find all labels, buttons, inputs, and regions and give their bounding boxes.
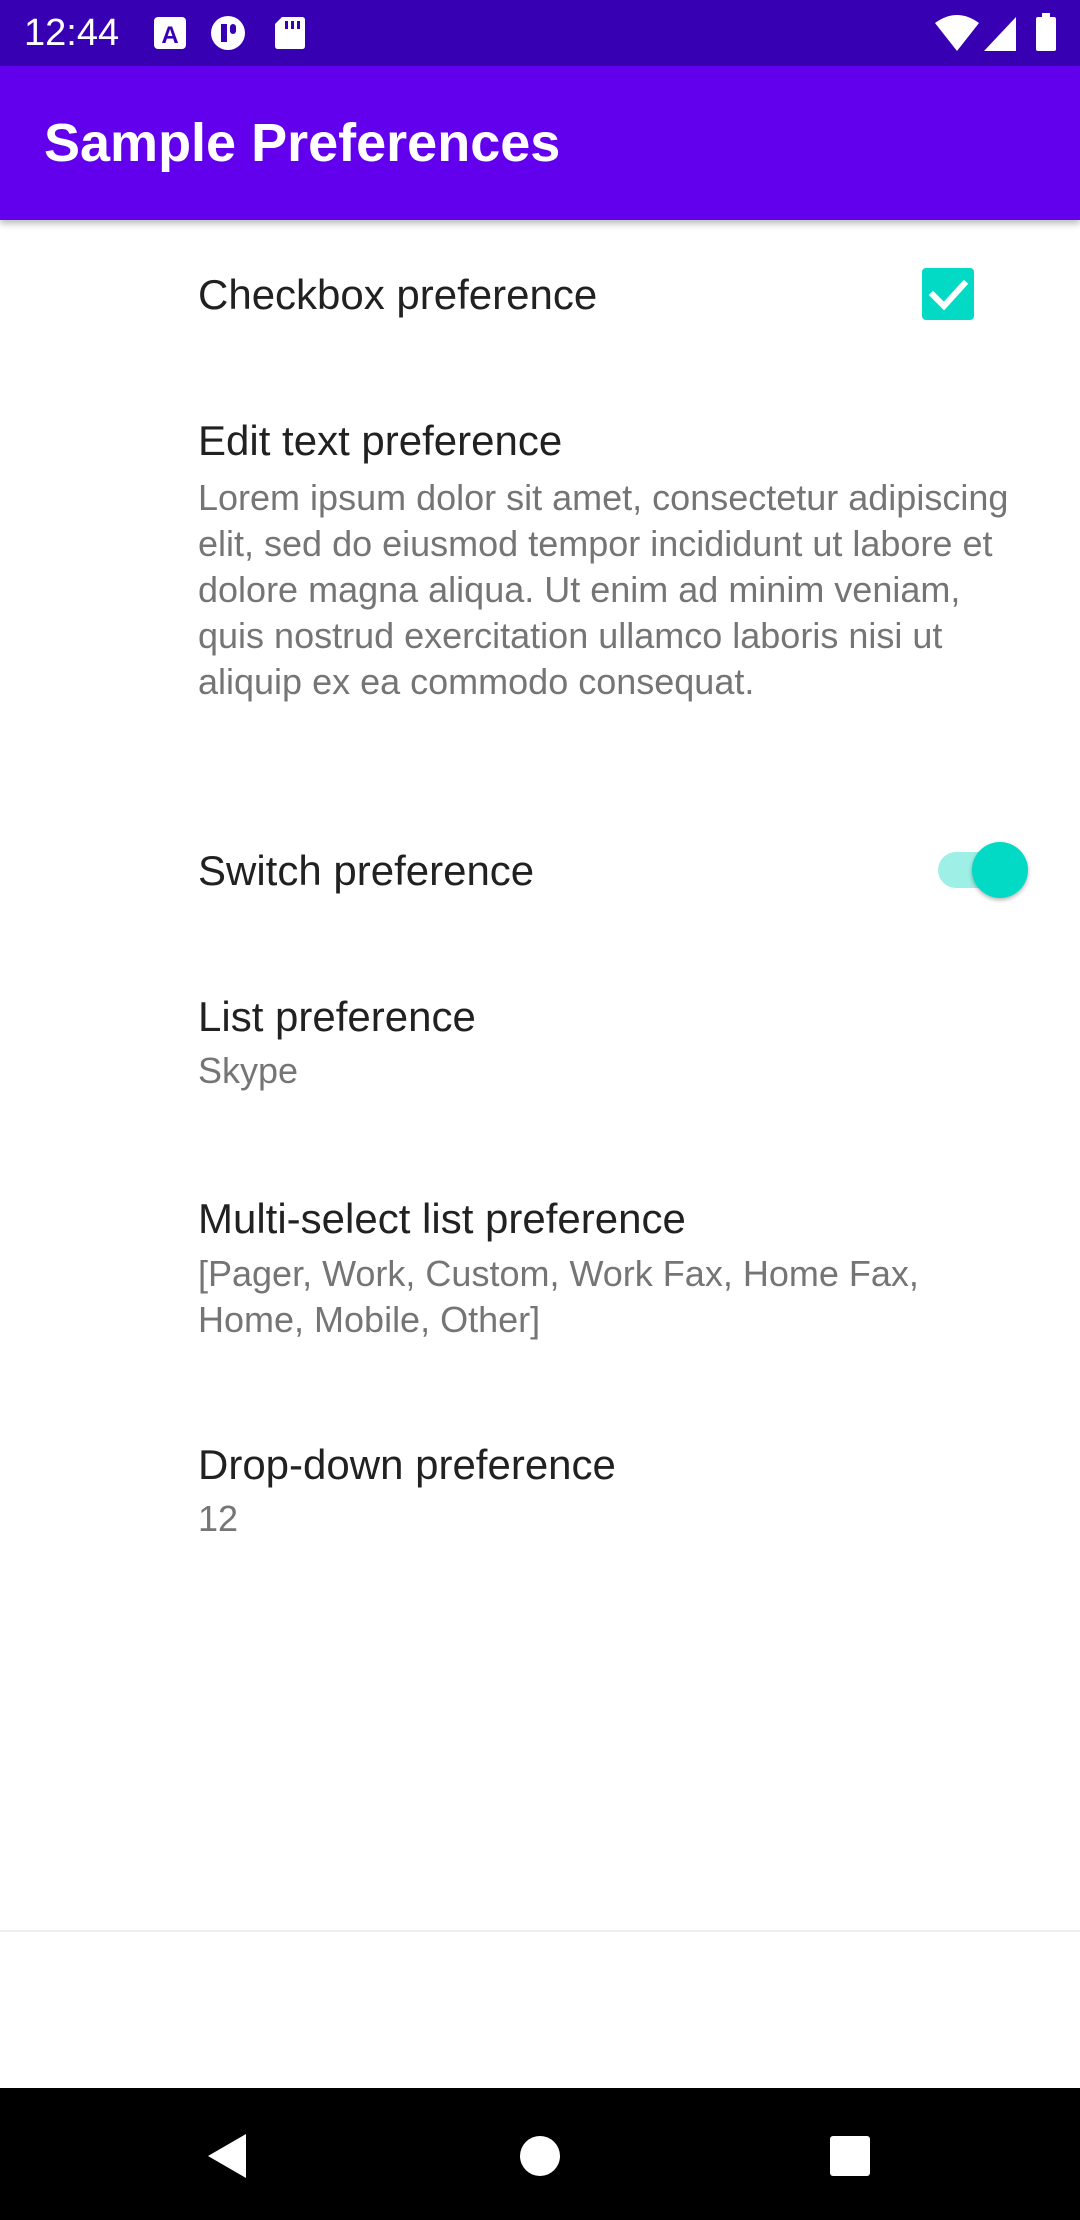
switch-preference-title: Switch preference — [198, 847, 535, 894]
switch-thumb[interactable] — [972, 842, 1028, 898]
navigation-bar — [0, 2088, 1080, 2220]
sd-card-icon — [272, 15, 308, 51]
edit-text-preference-title: Edit text preference — [198, 417, 563, 464]
status-time: 12:44 — [24, 12, 120, 54]
divider — [0, 1930, 1080, 1932]
drop-down-preference-summary: 12 — [198, 1498, 239, 1539]
checkbox[interactable] — [922, 268, 974, 320]
accessibility-a-icon: A — [152, 15, 188, 51]
list-preference[interactable]: List preference Skype — [0, 946, 1080, 1132]
home-icon[interactable] — [512, 2128, 568, 2184]
cell-signal-icon — [982, 13, 1018, 53]
multi-select-list-preference[interactable]: Multi-select list preference [Pager, Wor… — [0, 1132, 1080, 1378]
app-badge-icon — [210, 15, 246, 51]
back-icon[interactable] — [200, 2128, 256, 2184]
edit-text-preference-summary: Lorem ipsum dolor sit amet, consectetur … — [198, 477, 1009, 702]
wifi-icon — [934, 13, 980, 53]
drop-down-preference-title: Drop-down preference — [198, 1441, 616, 1488]
drop-down-preference[interactable]: Drop-down preference 12 — [0, 1378, 1080, 1570]
list-preference-summary: Skype — [198, 1050, 299, 1091]
recents-icon[interactable] — [822, 2128, 878, 2184]
checkbox-preference-title: Checkbox preference — [198, 271, 598, 318]
status-bar: 12:44 A — [0, 0, 1080, 66]
checkbox-preference[interactable]: Checkbox preference — [0, 220, 1080, 366]
multi-select-list-preference-summary: [Pager, Work, Custom, Work Fax, Home Fax… — [198, 1253, 919, 1340]
list-preference-title: List preference — [198, 993, 476, 1040]
multi-select-list-preference-title: Multi-select list preference — [198, 1195, 686, 1242]
svg-text:A: A — [161, 22, 178, 49]
battery-icon — [1034, 13, 1058, 53]
edit-text-preference[interactable]: Edit text preference Lorem ipsum dolor s… — [0, 366, 1080, 796]
page-title: Sample Preferences — [44, 113, 561, 173]
check-icon — [928, 279, 969, 311]
app-bar: Sample Preferences — [0, 66, 1080, 220]
switch-preference[interactable]: Switch preference — [0, 796, 1080, 946]
